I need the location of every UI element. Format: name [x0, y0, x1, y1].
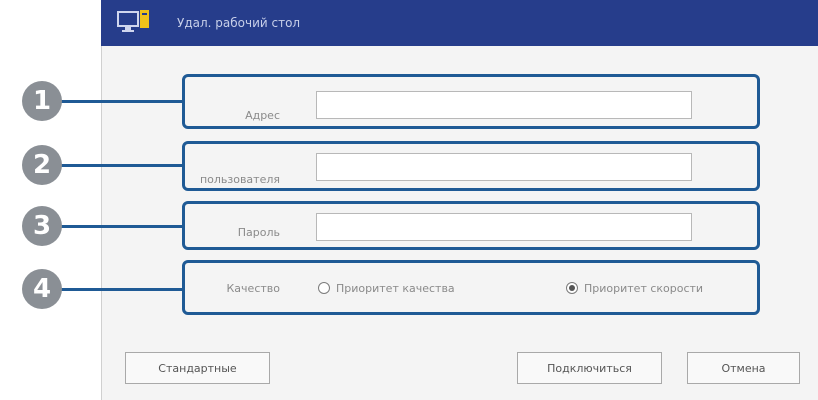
- callout-badge-1: 1: [22, 81, 62, 121]
- callout-line-2: [60, 164, 182, 167]
- username-input[interactable]: [316, 153, 692, 181]
- quality-priority-label[interactable]: Приоритет качества: [336, 282, 455, 295]
- defaults-button[interactable]: Стандартные: [125, 352, 270, 384]
- quality-priority-radio[interactable]: [318, 282, 330, 294]
- password-label: Пароль: [237, 226, 280, 239]
- callout-badge-4: 4: [22, 269, 62, 309]
- callout-badge-2: 2: [22, 145, 62, 185]
- callout-line-3: [60, 225, 182, 228]
- title-bar: Удал. рабочий стол: [101, 0, 818, 46]
- callout-line-4: [60, 288, 182, 291]
- address-input[interactable]: [316, 91, 692, 119]
- callout-line-1: [60, 100, 182, 103]
- quality-label: Качество: [226, 282, 281, 295]
- username-label: пользователя: [199, 173, 280, 186]
- callout-badge-3: 3: [22, 206, 62, 246]
- cancel-button[interactable]: Отмена: [687, 352, 800, 384]
- window-title: Удал. рабочий стол: [177, 16, 301, 30]
- remote-desktop-icon: [117, 10, 149, 32]
- address-label: Адрес: [245, 109, 280, 122]
- speed-priority-label[interactable]: Приоритет скорости: [584, 282, 703, 295]
- dialog-window: [101, 0, 818, 400]
- password-input[interactable]: [316, 213, 692, 241]
- speed-priority-radio[interactable]: [566, 282, 578, 294]
- connect-button[interactable]: Подключиться: [517, 352, 662, 384]
